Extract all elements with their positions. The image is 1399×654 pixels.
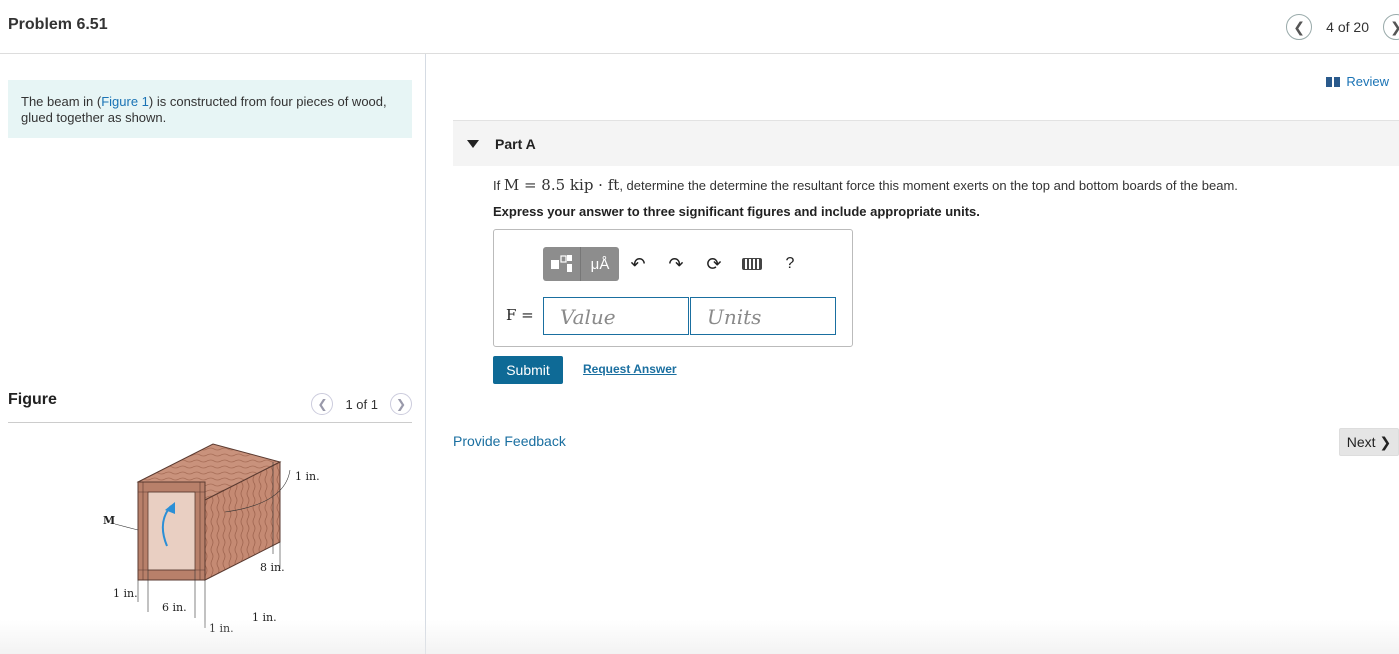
units-label: μÅ: [590, 255, 610, 273]
label-bottom-thickness: 1 in.: [209, 622, 234, 634]
redo-button[interactable]: ↷: [657, 247, 695, 281]
figure-link[interactable]: Figure 1: [101, 94, 149, 109]
problem-pager: ❮ 4 of 20 ❯: [1286, 13, 1399, 41]
answer-box: μÅ ↶ ↷ ⟳ ? F = Value Units: [493, 229, 853, 347]
help-button[interactable]: ?: [771, 247, 809, 281]
figure-pager: ❮ 1 of 1 ❯: [311, 393, 412, 415]
chevron-right-icon: ❯: [395, 397, 407, 411]
figure-header: Figure ❮ 1 of 1 ❯: [8, 389, 412, 423]
chevron-left-icon: ❮: [1293, 18, 1306, 35]
review-link[interactable]: Review: [1326, 74, 1389, 89]
submit-button[interactable]: Submit: [493, 356, 563, 384]
units-input[interactable]: Units: [690, 297, 836, 335]
beam-cavity: [147, 491, 196, 571]
templates-button[interactable]: [543, 247, 581, 281]
math-toolbar: μÅ ↶ ↷ ⟳ ?: [543, 247, 809, 281]
intro-text-before: The beam in (: [21, 94, 102, 109]
next-button[interactable]: Next ❯: [1339, 428, 1399, 456]
reset-button[interactable]: ⟳: [695, 247, 733, 281]
label-width: 6 in.: [162, 601, 187, 614]
next-label: Next: [1346, 434, 1376, 450]
figure-pager-text: 1 of 1: [345, 396, 378, 412]
prev-problem-button[interactable]: ❮: [1286, 14, 1313, 40]
undo-icon: ↶: [630, 253, 646, 274]
reset-icon: ⟳: [706, 253, 722, 274]
right-column: Review Part A If M = 8.5 kip · ft, deter…: [427, 54, 1399, 654]
question-prefix: If: [493, 178, 504, 193]
help-label: ?: [785, 255, 795, 272]
undo-button[interactable]: ↶: [619, 247, 657, 281]
top-bar: Problem 6.51 ❮ 4 of 20 ❯: [0, 0, 1399, 54]
question-math: M = 8.5 kip · ft: [503, 176, 620, 194]
label-height: 8 in.: [260, 561, 285, 574]
review-label: Review: [1346, 74, 1389, 89]
label-moment: M: [103, 514, 115, 527]
beam-figure[interactable]: M 1 in. 8 in. 1 in. 6 in. 1 in. 1 in.: [95, 434, 335, 634]
figure-title: Figure: [8, 391, 57, 408]
toolbar-template-group: μÅ: [543, 247, 619, 281]
chevron-right-icon: ❯: [1379, 433, 1392, 450]
part-a-header[interactable]: Part A: [453, 120, 1399, 166]
keyboard-icon: [742, 258, 762, 270]
next-problem-button[interactable]: ❯: [1383, 14, 1399, 40]
templates-icon: [550, 255, 572, 272]
problem-pager-text: 4 of 20: [1326, 19, 1369, 35]
label-top-thickness: 1 in.: [295, 470, 320, 483]
prev-figure-button[interactable]: ❮: [311, 393, 334, 415]
instruction-text: Express your answer to three significant…: [493, 204, 980, 219]
part-label: Part A: [495, 136, 536, 152]
question-suffix: , determine the determine the resultant …: [619, 178, 1238, 193]
variable-label: F =: [506, 306, 534, 324]
chevron-right-icon: ❯: [1390, 19, 1399, 36]
problem-title: Problem 6.51: [8, 16, 108, 33]
book-icon: [1326, 76, 1341, 87]
left-column: The beam in (Figure 1) is constructed fr…: [0, 54, 426, 654]
next-figure-button[interactable]: ❯: [390, 393, 412, 415]
units-button[interactable]: μÅ: [581, 247, 619, 281]
chevron-left-icon: ❮: [317, 397, 328, 411]
redo-icon: ↷: [668, 253, 684, 274]
request-answer-link[interactable]: Request Answer: [583, 362, 677, 376]
problem-intro: The beam in (Figure 1) is constructed fr…: [8, 80, 412, 138]
label-right-thickness: 1 in.: [252, 611, 277, 624]
provide-feedback-link[interactable]: Provide Feedback: [453, 433, 566, 449]
label-left-thickness: 1 in.: [113, 587, 138, 600]
caret-down-icon[interactable]: [467, 140, 479, 148]
question-text: If M = 8.5 kip · ft, determine the deter…: [493, 176, 1238, 194]
keyboard-button[interactable]: [733, 247, 771, 281]
value-input[interactable]: Value: [543, 297, 689, 335]
